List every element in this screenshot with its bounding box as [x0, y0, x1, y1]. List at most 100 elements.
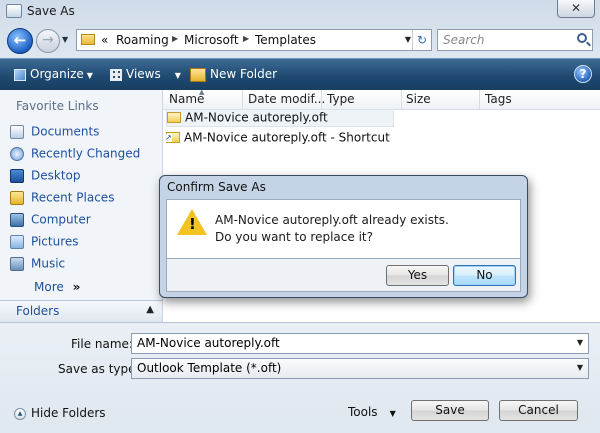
- refresh-icon[interactable]: ↻: [412, 30, 431, 50]
- column-name[interactable]: Name: [169, 92, 204, 106]
- sidebar-item-label: Computer: [31, 212, 91, 227]
- chevron-up-icon: ▲: [146, 304, 154, 315]
- dialog-footer: Yes No: [166, 259, 521, 292]
- new-folder-icon: [190, 67, 206, 82]
- breadcrumb-separator-icon[interactable]: ▶: [172, 34, 178, 43]
- breadcrumb-templates[interactable]: Templates: [255, 33, 316, 47]
- address-bar[interactable]: « Roaming ▶ Microsoft ▶ Templates ▼ ↻: [76, 29, 432, 51]
- back-button[interactable]: ←: [7, 28, 33, 54]
- folders-label: Folders: [16, 304, 60, 318]
- chevron-down-icon[interactable]: ▼: [577, 338, 583, 347]
- recently-changed-icon: [10, 146, 24, 161]
- command-toolbar: Organize ▼ Views ▼ New Folder ?: [0, 58, 600, 90]
- chevron-down-icon: ▼: [576, 363, 583, 372]
- column-divider[interactable]: [401, 90, 402, 109]
- search-input[interactable]: Search: [437, 29, 593, 51]
- address-history-dropdown-icon[interactable]: ▼: [405, 35, 411, 44]
- save-as-type-value: Outlook Template (*.oft): [137, 361, 282, 375]
- breadcrumb-microsoft[interactable]: Microsoft: [184, 33, 239, 47]
- organize-icon: [14, 68, 26, 81]
- chevron-down-icon: ▼: [389, 409, 396, 418]
- save-button[interactable]: Save: [411, 400, 489, 421]
- more-label: More: [34, 280, 64, 294]
- recent-places-icon: [10, 190, 24, 205]
- list-item[interactable]: AM-Novice autoreply.oft - Shortcut: [165, 130, 390, 148]
- search-placeholder: Search: [443, 33, 485, 47]
- column-type[interactable]: Type: [327, 92, 355, 106]
- organize-label: Organize: [30, 67, 84, 81]
- sidebar-item-pictures[interactable]: Pictures: [10, 234, 79, 252]
- list-item[interactable]: AM-Novice autoreply.oft: [166, 109, 394, 127]
- save-as-type-label: Save as type:: [58, 362, 140, 376]
- help-icon[interactable]: ?: [574, 65, 592, 83]
- dialog-message-line2: Do you want to replace it?: [215, 230, 373, 244]
- yes-button[interactable]: Yes: [386, 265, 449, 286]
- outlook-template-icon: [167, 112, 181, 123]
- breadcrumb-roaming[interactable]: Roaming: [116, 33, 169, 47]
- address-row: ← → ▼ « Roaming ▶ Microsoft ▶ Templates …: [0, 24, 600, 58]
- sidebar-item-computer[interactable]: Computer: [10, 212, 91, 230]
- sidebar-item-label: Music: [31, 256, 66, 271]
- dialog-title: Confirm Save As: [167, 180, 266, 194]
- save-form: File name: AM-Novice autoreply.oft ▼ Sav…: [0, 322, 600, 433]
- confirm-save-as-dialog: Confirm Save As ! AM-Novice autoreply.of…: [159, 175, 528, 298]
- sidebar-item-label: Pictures: [31, 234, 79, 249]
- favorite-links-heading: Favorite Links: [16, 99, 99, 113]
- cancel-button[interactable]: Cancel: [499, 400, 578, 421]
- no-button[interactable]: No: [453, 265, 516, 286]
- desktop-icon: [10, 168, 24, 183]
- dialog-body: ! AM-Novice autoreply.oft already exists…: [166, 199, 521, 259]
- sidebar-item-desktop[interactable]: Desktop: [10, 168, 81, 186]
- window-title: Save As: [27, 4, 75, 18]
- organize-button[interactable]: Organize ▼: [14, 67, 93, 81]
- sidebar-item-label: Documents: [31, 124, 100, 139]
- shortcut-icon: [165, 132, 180, 143]
- column-header-row: ▲ Name Date modif... Type Size Tags: [163, 88, 600, 110]
- folders-toggle[interactable]: Folders ▲: [0, 300, 163, 322]
- column-date-modified[interactable]: Date modif...: [248, 92, 325, 106]
- dialog-message-line1: AM-Novice autoreply.oft already exists.: [215, 213, 449, 227]
- file-name: AM-Novice autoreply.oft: [185, 110, 328, 125]
- sidebar-item-music[interactable]: Music: [10, 256, 65, 274]
- column-size[interactable]: Size: [406, 92, 431, 106]
- chevron-down-icon: ▼: [86, 71, 93, 80]
- new-folder-label: New Folder: [210, 67, 278, 81]
- hide-folders-label: Hide Folders: [31, 406, 106, 420]
- recent-pages-dropdown-icon[interactable]: ▼: [62, 35, 68, 44]
- forward-button[interactable]: →: [36, 29, 60, 53]
- more-links-button[interactable]: More »: [34, 280, 80, 294]
- sidebar-item-documents[interactable]: Documents: [10, 124, 99, 142]
- breadcrumb-separator-icon[interactable]: ▶: [243, 34, 249, 43]
- sidebar-item-recent-places[interactable]: Recent Places: [10, 190, 114, 208]
- save-as-window-icon: [6, 4, 22, 18]
- column-divider[interactable]: [479, 90, 480, 109]
- tools-label: Tools: [348, 405, 378, 419]
- music-icon: [10, 256, 24, 271]
- title-bar: Save As ✕: [0, 0, 600, 24]
- column-tags[interactable]: Tags: [485, 92, 512, 106]
- save-as-type-select[interactable]: Outlook Template (*.oft) ▼: [131, 358, 589, 379]
- folder-icon: [81, 34, 95, 45]
- tools-button[interactable]: Tools ▼: [348, 405, 396, 419]
- pictures-icon: [10, 234, 24, 249]
- column-divider[interactable]: [321, 90, 322, 109]
- breadcrumb-overflow[interactable]: «: [101, 33, 108, 47]
- sidebar-item-label: Recently Changed: [31, 146, 141, 161]
- file-name-field[interactable]: AM-Novice autoreply.oft ▼: [131, 333, 589, 354]
- close-button[interactable]: ✕: [557, 0, 595, 18]
- double-chevron-right-icon: »: [72, 280, 81, 294]
- save-as-window: Save As ✕ ← → ▼ « Roaming ▶ Microsoft ▶ …: [0, 0, 600, 433]
- views-label: Views: [126, 67, 161, 81]
- column-divider[interactable]: [242, 90, 243, 109]
- views-button[interactable]: Views ▼: [110, 67, 181, 81]
- file-name-value: AM-Novice autoreply.oft: [137, 336, 280, 350]
- navigation-pane: Favorite Links Documents Recently Change…: [0, 90, 163, 320]
- sidebar-item-recently-changed[interactable]: Recently Changed: [10, 146, 140, 164]
- views-icon: [110, 68, 122, 81]
- search-icon[interactable]: [577, 33, 587, 43]
- hide-folders-button[interactable]: ▲ Hide Folders: [14, 406, 106, 420]
- file-name: AM-Novice autoreply.oft - Shortcut: [184, 130, 390, 145]
- file-name-label: File name:: [71, 337, 133, 351]
- new-folder-button[interactable]: New Folder: [190, 67, 277, 82]
- sidebar-item-label: Recent Places: [31, 190, 115, 205]
